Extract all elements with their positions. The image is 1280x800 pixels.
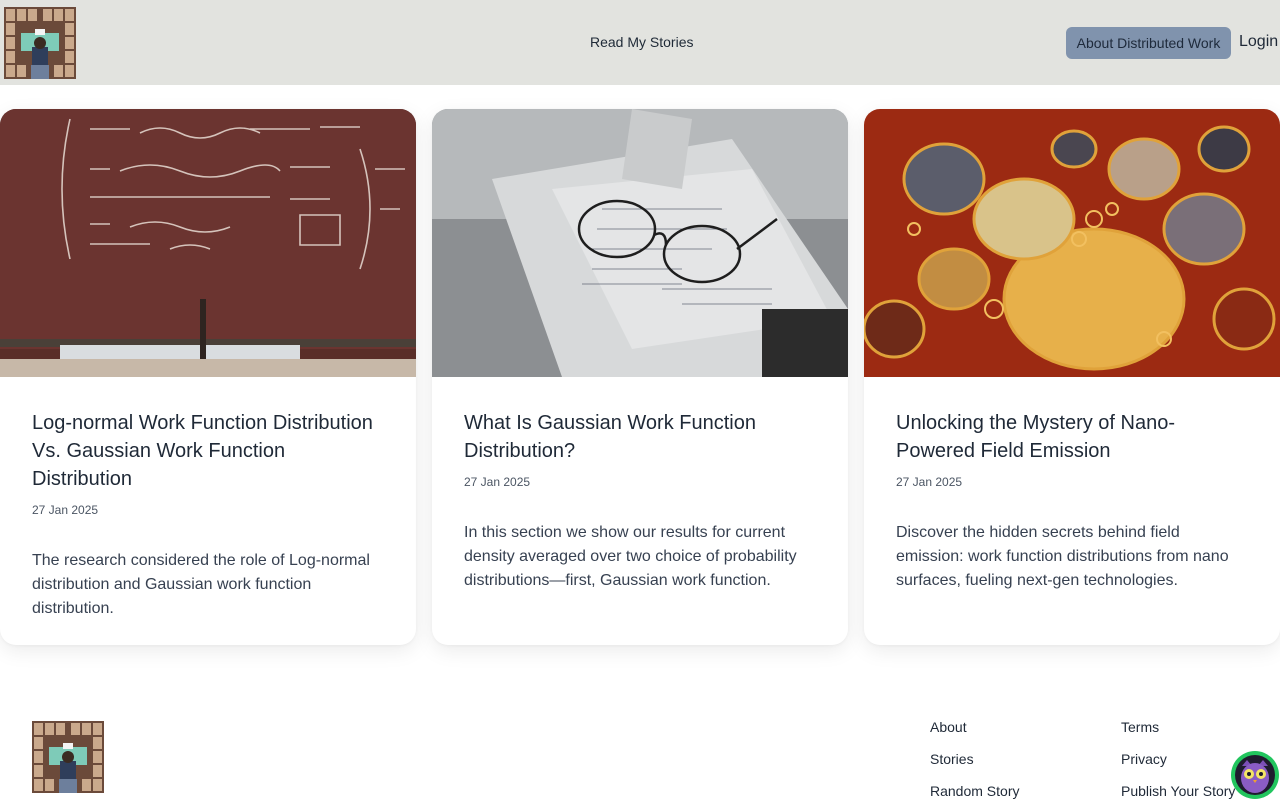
footer-link-privacy[interactable]: Privacy: [1121, 751, 1167, 767]
story-description: The research considered the role of Log-…: [32, 552, 370, 617]
story-date: 27 Jan 2025: [464, 475, 531, 489]
owl-assistant-icon[interactable]: [1230, 750, 1280, 800]
story-title[interactable]: What Is Gaussian Work Function Distribut…: [464, 409, 816, 465]
story-card[interactable]: Unlocking the Mystery of Nano-Powered Fi…: [864, 109, 1280, 645]
footer-link-terms[interactable]: Terms: [1121, 719, 1159, 735]
footer-link-about[interactable]: About: [930, 719, 967, 735]
nav-read-my-stories[interactable]: Read My Stories: [590, 34, 693, 50]
story-card[interactable]: What Is Gaussian Work Function Distribut…: [432, 109, 848, 645]
site-header: Read My Stories About Distributed Work L…: [0, 0, 1280, 85]
site-logo[interactable]: [4, 7, 76, 79]
login-link[interactable]: Login: [1239, 33, 1278, 51]
footer-link-stories[interactable]: Stories: [930, 751, 974, 767]
story-description: Discover the hidden secrets behind field…: [896, 524, 1229, 589]
story-date: 27 Jan 2025: [896, 475, 963, 489]
footer-logo[interactable]: [32, 721, 104, 793]
story-title[interactable]: Unlocking the Mystery of Nano-Powered Fi…: [896, 409, 1248, 465]
story-date: 27 Jan 2025: [32, 503, 99, 517]
story-card[interactable]: Log-normal Work Function Distribution Vs…: [0, 109, 416, 645]
oil-bubbles-macro-image[interactable]: [864, 109, 1280, 377]
glasses-on-notebook-image[interactable]: [432, 109, 848, 377]
story-description: In this section we show our results for …: [464, 524, 797, 589]
story-title[interactable]: Log-normal Work Function Distribution Vs…: [32, 409, 384, 493]
chalkboard-equations-image[interactable]: [0, 109, 416, 377]
footer-link-publish-your-story[interactable]: Publish Your Story: [1121, 783, 1235, 799]
about-distributed-work-button[interactable]: About Distributed Work: [1066, 27, 1231, 59]
footer-link-random-story[interactable]: Random Story: [930, 783, 1019, 799]
